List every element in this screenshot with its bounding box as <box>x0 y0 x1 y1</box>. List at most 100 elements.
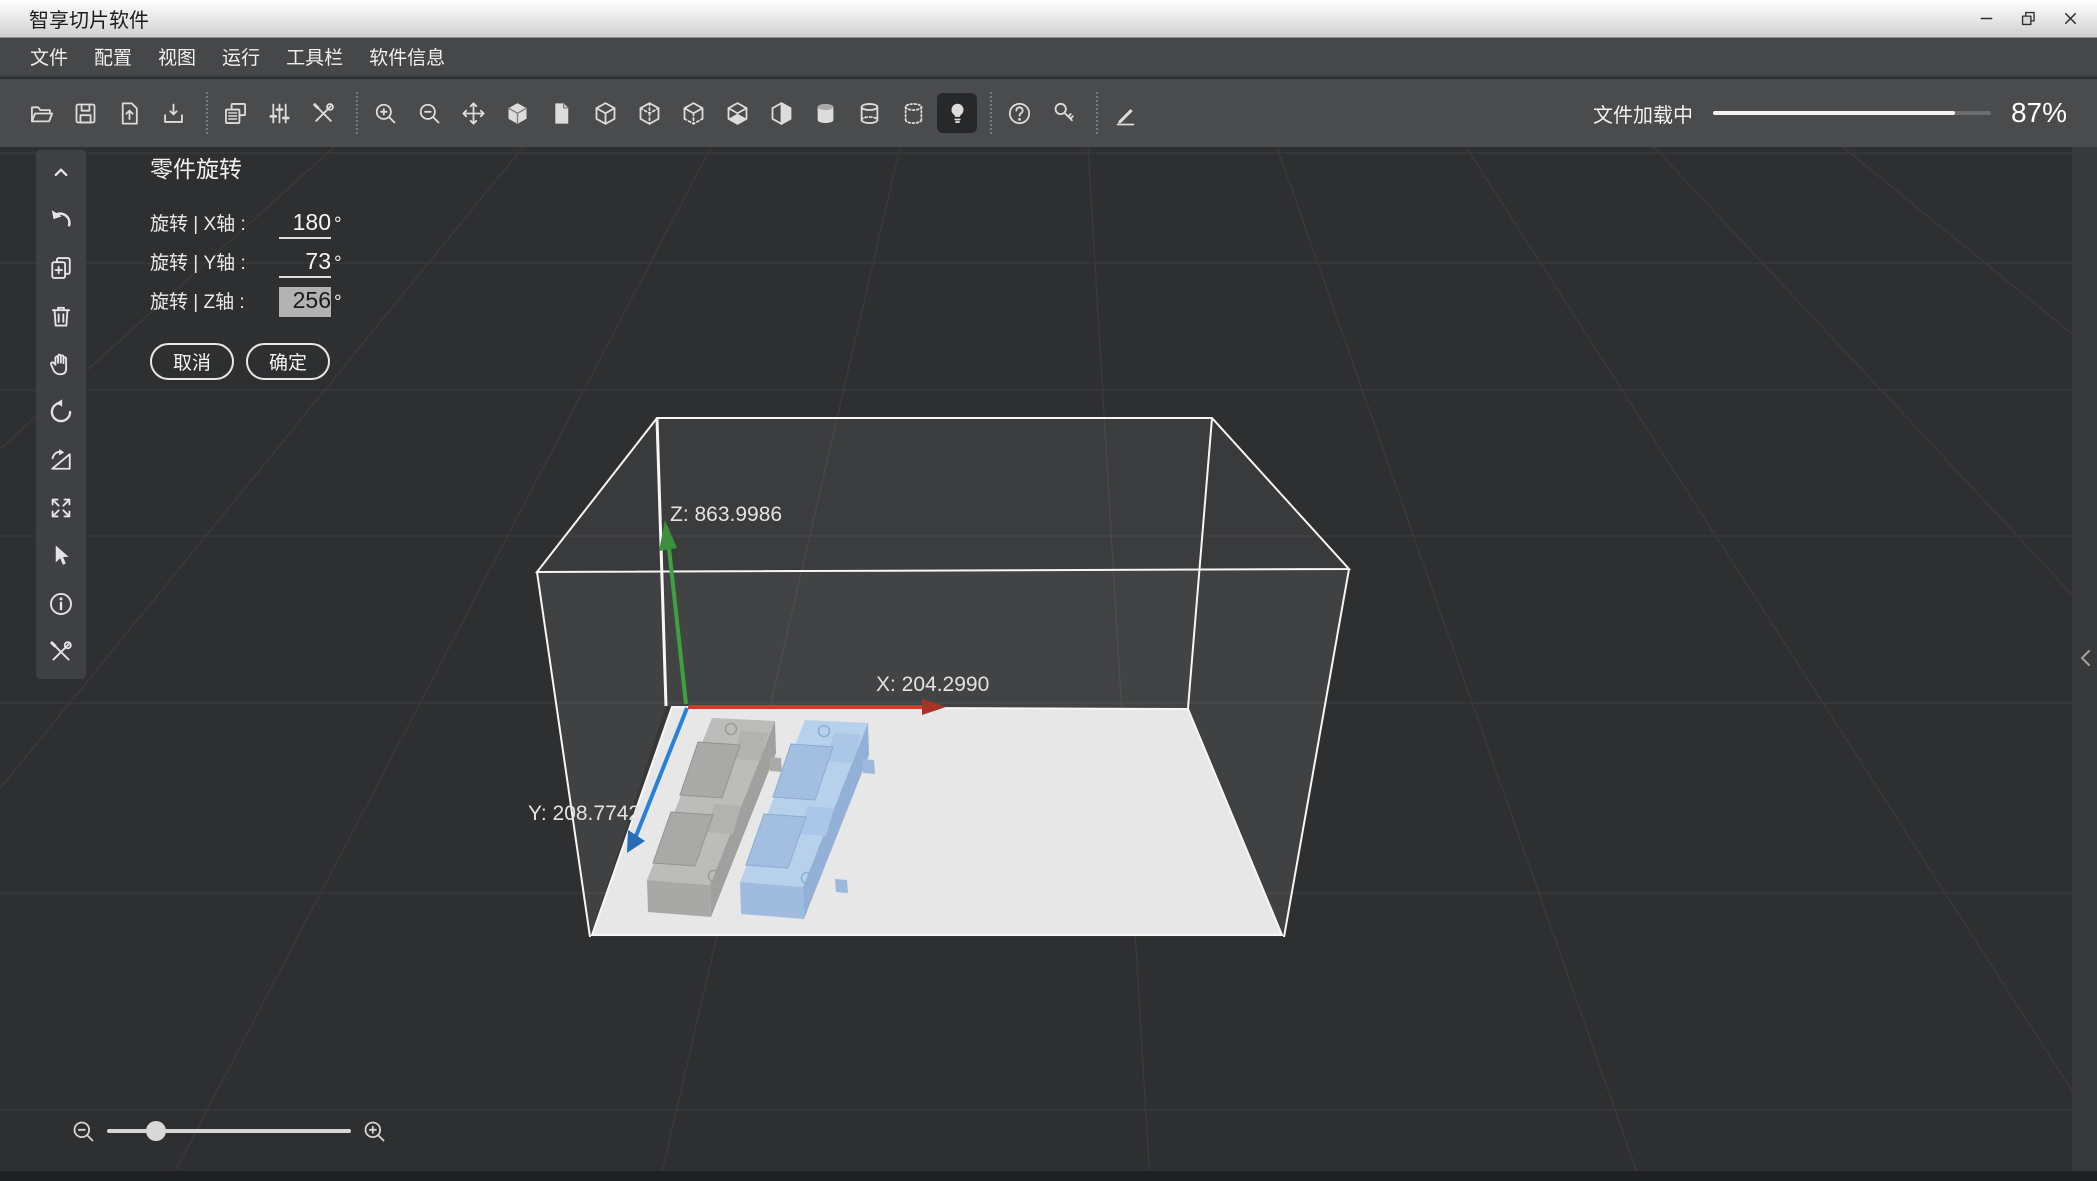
parameter-sliders-icon <box>268 103 290 123</box>
rotation-value-field[interactable]: 180 <box>279 209 331 239</box>
window-controls <box>1959 4 2085 34</box>
info-button[interactable] <box>43 587 79 621</box>
file-loading-status: 文件加载中 87% <box>1593 97 2067 129</box>
rotation-row-x: 旋转 | X轴 : 180 ° <box>150 200 350 239</box>
restore-icon <box>2021 11 2035 26</box>
menu-item-3[interactable]: 运行 <box>209 38 273 75</box>
minimize-icon <box>1980 17 1992 20</box>
probe-key-button[interactable] <box>1048 91 1078 135</box>
select-cursor-icon <box>55 545 69 565</box>
pan-hand-button[interactable] <box>43 347 79 381</box>
undo-button[interactable] <box>43 203 79 237</box>
collapse-up-icon <box>54 168 68 177</box>
flip-mirror-button[interactable] <box>43 443 79 477</box>
panel-title: 零件旋转 <box>150 156 242 182</box>
cylinder-wireframe-button[interactable] <box>854 91 884 135</box>
cube-dashed-bottom-button[interactable] <box>678 91 708 135</box>
menu-item-4[interactable]: 工具栏 <box>273 38 356 75</box>
close-icon <box>2064 12 2076 25</box>
rotation-value-field[interactable]: 256 <box>279 287 331 317</box>
left-toolbar <box>36 150 86 679</box>
cube-solid-button[interactable] <box>502 91 532 135</box>
zoom-in-icon[interactable] <box>361 1118 388 1145</box>
save-file-icon <box>75 103 95 123</box>
confirm-button[interactable]: 确定 <box>246 343 330 380</box>
build-plates-button[interactable] <box>220 91 250 135</box>
cube-bottom-face-button[interactable] <box>722 91 752 135</box>
select-cursor-button[interactable] <box>43 539 79 573</box>
toolbar-icons <box>26 91 1154 135</box>
import-model-button[interactable] <box>114 91 144 135</box>
degree-unit: ° <box>334 292 342 313</box>
cylinder-solid-button[interactable] <box>810 91 840 135</box>
open-file-button[interactable] <box>26 91 56 135</box>
x-axis-label: X: 204.2990 <box>876 673 989 696</box>
toolbar: 文件加载中 87% <box>0 79 2097 147</box>
parameter-sliders-button[interactable] <box>264 91 294 135</box>
tools-button[interactable] <box>308 91 338 135</box>
light-bulb-icon <box>950 103 964 123</box>
rotation-rows: 旋转 | X轴 :180 ° 旋转 | Y轴 : 73 ° 旋转 | Z轴 : 256 ° <box>150 200 410 317</box>
rotation-label: 旋转 | Z轴 : <box>150 292 245 313</box>
zoom-slider-track[interactable] <box>107 1129 351 1133</box>
zoom-slider[interactable] <box>107 1121 351 1141</box>
menu-item-2[interactable]: 视图 <box>145 38 209 75</box>
collapse-up-button[interactable] <box>43 155 79 189</box>
tools-icon <box>312 102 334 122</box>
info-icon <box>50 593 72 615</box>
toolbar-separator <box>990 92 992 134</box>
open-file-icon <box>30 105 53 122</box>
sheet-icon <box>554 102 569 124</box>
rotation-value-field[interactable]: 73 <box>279 248 331 278</box>
cancel-button[interactable]: 取消 <box>150 343 234 380</box>
help-icon <box>1008 102 1030 124</box>
duplicate-icon <box>51 257 71 279</box>
duplicate-button[interactable] <box>43 251 79 285</box>
cylinder-wireframe-icon <box>860 102 878 124</box>
pan-hand-icon <box>50 353 68 376</box>
minimize-button[interactable] <box>1971 4 2001 34</box>
cube-diagonal-split-icon <box>771 101 791 125</box>
move-button[interactable] <box>458 91 488 135</box>
loading-label: 文件加载中 <box>1592 104 1693 127</box>
fit-view-button[interactable] <box>43 491 79 525</box>
sheet-button[interactable] <box>546 91 576 135</box>
undo-icon <box>51 210 71 227</box>
pen-icon <box>1116 108 1134 125</box>
close-button[interactable] <box>2055 4 2085 34</box>
help-button[interactable] <box>1004 91 1034 135</box>
rotation-row-y: 旋转 | Y轴 : 73 ° <box>150 239 350 278</box>
menu-item-0[interactable]: 文件 <box>17 38 81 75</box>
move-icon <box>461 101 485 125</box>
zoom-out-icon[interactable] <box>70 1118 97 1145</box>
toolbar-separator <box>206 92 208 134</box>
right-panel-toggle-button[interactable] <box>2076 647 2094 671</box>
export-model-button[interactable] <box>158 91 188 135</box>
zoom-in-icon <box>375 103 395 123</box>
rotate-ccw-icon <box>50 399 72 423</box>
panel-buttons: 取消 确定 <box>150 343 410 380</box>
rotate-ccw-button[interactable] <box>43 395 79 429</box>
fit-view-icon <box>51 498 71 518</box>
cube-diagonal-split-button[interactable] <box>766 91 796 135</box>
zoom-in-button[interactable] <box>370 91 400 135</box>
delete-button[interactable] <box>43 299 79 333</box>
pen-button[interactable] <box>1110 91 1140 135</box>
menu-item-1[interactable]: 配置 <box>81 38 145 75</box>
cylinder-dotted-button[interactable] <box>898 91 928 135</box>
cube-hidden-edges-button[interactable] <box>634 91 664 135</box>
zoom-out-button[interactable] <box>414 91 444 135</box>
cube-wireframe-button[interactable] <box>590 91 620 135</box>
light-bulb-button[interactable] <box>937 93 977 133</box>
loading-percent: 87% <box>2010 97 2067 128</box>
zoom-slider-knob[interactable] <box>145 1121 166 1141</box>
menu-item-5[interactable]: 软件信息 <box>356 38 458 75</box>
rotation-row-z: 旋转 | Z轴 : 256 ° <box>150 278 350 317</box>
repair-tools-button[interactable] <box>43 635 79 669</box>
restore-button[interactable] <box>2013 4 2043 34</box>
cylinder-solid-icon <box>817 103 833 123</box>
zoom-out-icon <box>419 103 439 123</box>
save-file-button[interactable] <box>70 91 100 135</box>
rotation-label: 旋转 | Y轴 : <box>150 253 246 274</box>
cylinder-dotted-icon <box>904 102 922 124</box>
